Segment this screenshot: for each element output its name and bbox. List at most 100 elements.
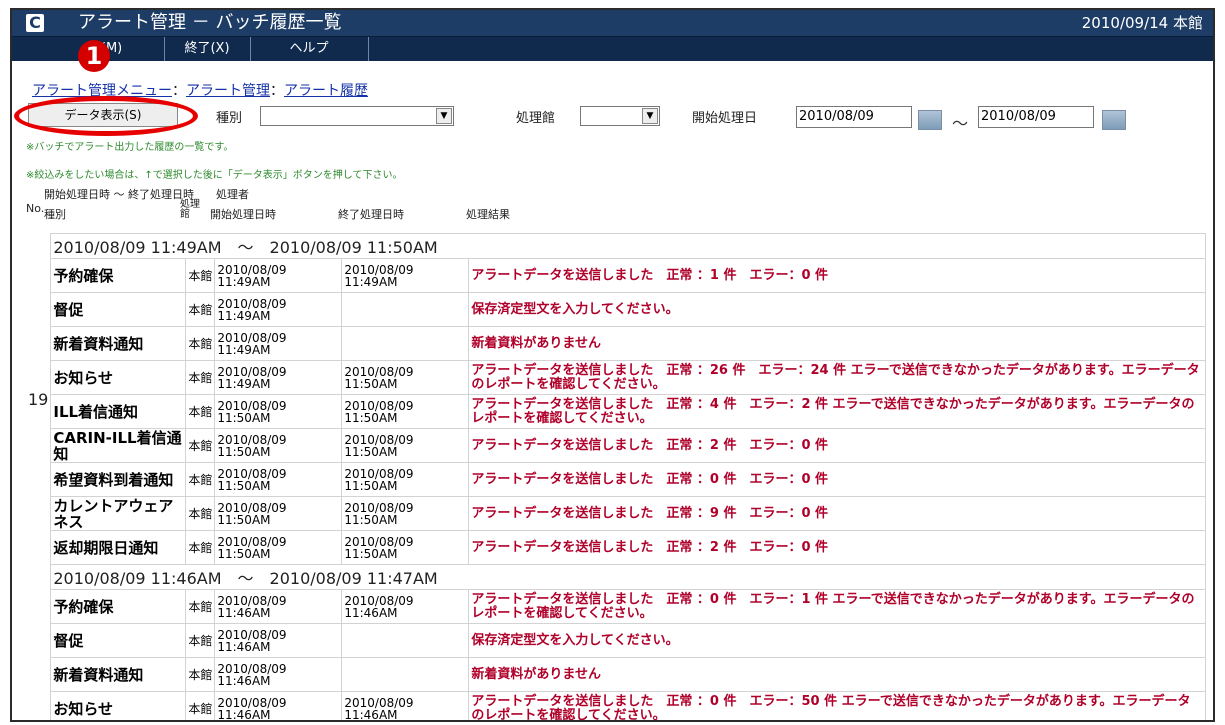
type-cell: 予約確保 xyxy=(50,589,187,624)
table-row[interactable]: 新着資料通知 本館 2010/08/09 11:46AM 新着資料がありません xyxy=(26,657,1206,692)
type-cell: 督促 xyxy=(50,292,187,327)
menu-item-help[interactable]: ヘルプ xyxy=(250,37,369,61)
data-display-button[interactable]: データ表示(S) xyxy=(28,103,178,127)
table-row[interactable]: 予約確保 本館 2010/08/09 11:49AM 2010/08/09 11:49AM… xyxy=(26,258,1206,293)
menu-item-exit[interactable]: 終了(X) xyxy=(164,37,251,61)
end-time: 11:50AM xyxy=(344,410,398,425)
end-cell: 2010/08/09 11:50AM xyxy=(341,428,470,463)
result-cell: アラートデータを送信しました 正常 ：0 件 エラー：0 件 xyxy=(468,462,1206,497)
table-row[interactable]: 希望資料到着通知 本館 2010/08/09 11:50AM 2010/08/09 11:… xyxy=(26,462,1206,497)
type-cell: お知らせ xyxy=(50,360,187,395)
window-title: アラート管理 － バッチ履歴一覧 xyxy=(78,12,342,33)
breadcrumb-separator: ： xyxy=(172,83,186,99)
history-table-body: 19 2010/08/09 11:49AM ～ 2010/08/09 11:50A… xyxy=(26,233,1206,722)
branch-cell: 本館 xyxy=(185,326,216,361)
table-row[interactable]: お知らせ 本館 2010/08/09 11:49AM 2010/08/09 11:50AM… xyxy=(26,360,1206,395)
calendar-icon[interactable] xyxy=(1102,110,1126,130)
start-cell: 2010/08/09 11:50AM xyxy=(214,462,343,497)
branch-cell: 本館 xyxy=(185,428,216,463)
result-cell: アラートデータを送信しました 正常 ：0 件 エラー：1 件 エラーで送信できな… xyxy=(468,589,1206,624)
start-cell: 2010/08/09 11:49AM xyxy=(214,326,343,361)
end-date: 2010/08/09 xyxy=(344,695,414,710)
type-select[interactable]: ▼ xyxy=(260,106,454,126)
info-line-1: ※バッチでアラート出力した履歴の一覧です。 xyxy=(26,142,234,153)
end-cell: 2010/08/09 11:46AM xyxy=(341,589,470,624)
breadcrumb: アラート管理メニュー：アラート管理：アラート履歴 xyxy=(32,80,368,100)
table-row[interactable]: 督促 本館 2010/08/09 11:49AM 保存済定型文を入力してください。 xyxy=(26,292,1206,327)
chevron-down-icon[interactable]: ▼ xyxy=(436,108,452,124)
branch-cell: 本館 xyxy=(185,394,216,429)
start-time: 11:46AM xyxy=(217,707,271,722)
start-cell: 2010/08/09 11:49AM xyxy=(214,360,343,395)
end-cell xyxy=(341,326,470,361)
end-date: 2010/08/09 xyxy=(344,398,414,413)
group-no xyxy=(26,565,51,721)
type-cell: ILL着信通知 xyxy=(50,394,187,429)
table-row[interactable]: CARIN-ILL着信通知 本館 2010/08/09 11:50AM 2010/08/… xyxy=(26,428,1206,463)
table-row[interactable]: ILL着信通知 本館 2010/08/09 11:50AM 2010/08/09 11:5… xyxy=(26,394,1206,429)
breadcrumb-link-menu[interactable]: アラート管理メニュー xyxy=(32,83,172,99)
history-table: 19 2010/08/09 11:49AM ～ 2010/08/09 11:50A… xyxy=(26,233,1206,722)
end-cell xyxy=(341,657,470,692)
header-branch: 処理館 xyxy=(180,199,200,220)
start-time: 11:46AM xyxy=(217,673,271,688)
header-result: 処理結果 xyxy=(466,208,510,221)
breadcrumb-link-alert[interactable]: アラート管理 xyxy=(186,83,270,99)
start-cell: 2010/08/09 11:46AM xyxy=(214,657,343,692)
start-date: 2010/08/09 xyxy=(217,364,287,379)
start-time: 11:49AM xyxy=(217,308,271,323)
end-time: 11:49AM xyxy=(344,274,398,289)
table-row[interactable]: 返却期限日通知 本館 2010/08/09 11:50AM 2010/08/09 11:5… xyxy=(26,530,1206,565)
table-row[interactable]: カレントアウェアネス 本館 2010/08/09 11:50AM 2010/08/09 1… xyxy=(26,496,1206,531)
branch-cell: 本館 xyxy=(185,292,216,327)
end-cell xyxy=(341,623,470,658)
table-row[interactable]: 予約確保 本館 2010/08/09 11:46AM 2010/08/09 11:46AM… xyxy=(26,589,1206,624)
start-time: 11:46AM xyxy=(217,605,271,620)
branch-cell: 本館 xyxy=(185,530,216,565)
breadcrumb-separator: ： xyxy=(270,83,284,99)
group-title: 2010/08/09 11:46AM ～ 2010/08/09 11:47AM xyxy=(50,564,1206,590)
branch-cell: 本館 xyxy=(185,657,216,692)
filter-toolbar: データ表示(S) 種別 ▼ 処理館 ▼ 開始処理日 2010/08/09 ～ 2… xyxy=(12,96,1213,136)
branch-select[interactable]: ▼ xyxy=(580,106,660,126)
result-cell: アラートデータを送信しました 正常 ：4 件 エラー：2 件 エラーで送信できな… xyxy=(468,394,1206,429)
header-type: 種別 xyxy=(44,208,66,221)
calendar-icon[interactable] xyxy=(918,110,942,130)
group-no: 19 xyxy=(28,389,49,409)
table-row[interactable]: 督促 本館 2010/08/09 11:46AM 保存済定型文を入力してください。 xyxy=(26,623,1206,658)
breadcrumb-link-history[interactable]: アラート履歴 xyxy=(284,83,368,99)
start-date: 2010/08/09 xyxy=(217,466,287,481)
start-cell: 2010/08/09 11:50AM xyxy=(214,394,343,429)
start-date: 2010/08/09 xyxy=(217,330,287,345)
end-cell: 2010/08/09 11:49AM xyxy=(341,258,470,293)
result-cell: アラートデータを送信しました 正常 ：9 件 エラー：0 件 xyxy=(468,496,1206,531)
start-cell: 2010/08/09 11:50AM xyxy=(214,428,343,463)
end-cell: 2010/08/09 11:46AM xyxy=(341,691,470,720)
branch-cell: 本館 xyxy=(185,496,216,531)
start-cell: 2010/08/09 11:46AM xyxy=(214,589,343,624)
start-cell: 2010/08/09 11:49AM xyxy=(214,258,343,293)
type-cell: 返却期限日通知 xyxy=(50,530,187,565)
start-time: 11:50AM xyxy=(217,546,271,561)
header-start: 開始処理日時 xyxy=(210,208,276,221)
end-date: 2010/08/09 xyxy=(344,593,414,608)
start-time: 11:49AM xyxy=(217,274,271,289)
start-date: 2010/08/09 xyxy=(217,627,287,642)
chevron-down-icon[interactable]: ▼ xyxy=(642,108,658,124)
branch-label: 処理館 xyxy=(516,111,556,126)
start-cell: 2010/08/09 11:46AM xyxy=(214,623,343,658)
start-time: 11:50AM xyxy=(217,512,271,527)
table-row[interactable]: 新着資料通知 本館 2010/08/09 11:49AM 新着資料がありません xyxy=(26,326,1206,361)
start-date: 2010/08/09 xyxy=(217,398,287,413)
end-time: 11:46AM xyxy=(344,605,398,620)
start-time: 11:49AM xyxy=(217,342,271,357)
type-cell: お知らせ xyxy=(50,691,187,720)
date-from-input[interactable]: 2010/08/09 xyxy=(796,106,912,128)
start-time: 11:50AM xyxy=(217,444,271,459)
table-row[interactable]: お知らせ 本館 2010/08/09 11:46AM 2010/08/09 11:46AM… xyxy=(26,691,1206,722)
branch-cell: 本館 xyxy=(185,589,216,624)
end-time: 11:50AM xyxy=(344,444,398,459)
start-cell: 2010/08/09 11:50AM xyxy=(214,496,343,531)
start-date: 2010/08/09 xyxy=(217,296,287,311)
date-to-input[interactable]: 2010/08/09 xyxy=(978,106,1094,128)
